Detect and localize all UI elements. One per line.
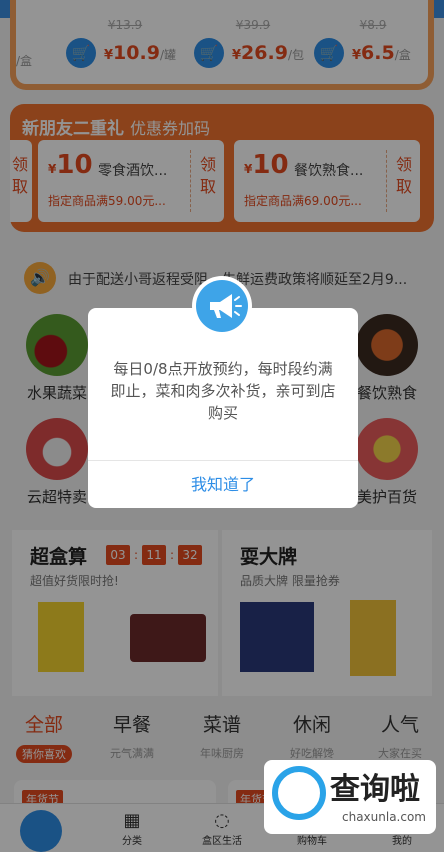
megaphone-icon — [192, 276, 252, 336]
dialog-message: 每日0/8点开放预约，每时段约满即止，菜和肉多次补货，亲可到店购买 — [110, 360, 336, 422]
watermark-url: chaxunla.com — [342, 810, 426, 824]
watermark-title: 查询啦 — [330, 772, 420, 807]
acknowledge-button[interactable]: 我知道了 — [88, 461, 358, 508]
app-home-page: /盒 ¥13.9 🛒 ¥10.9/罐 ¥39.9 🛒 ¥26.9/包 ¥8.9 … — [0, 0, 444, 852]
watermark-logo: 查询啦 chaxunla.com — [264, 760, 436, 834]
magnifier-icon — [272, 766, 326, 820]
